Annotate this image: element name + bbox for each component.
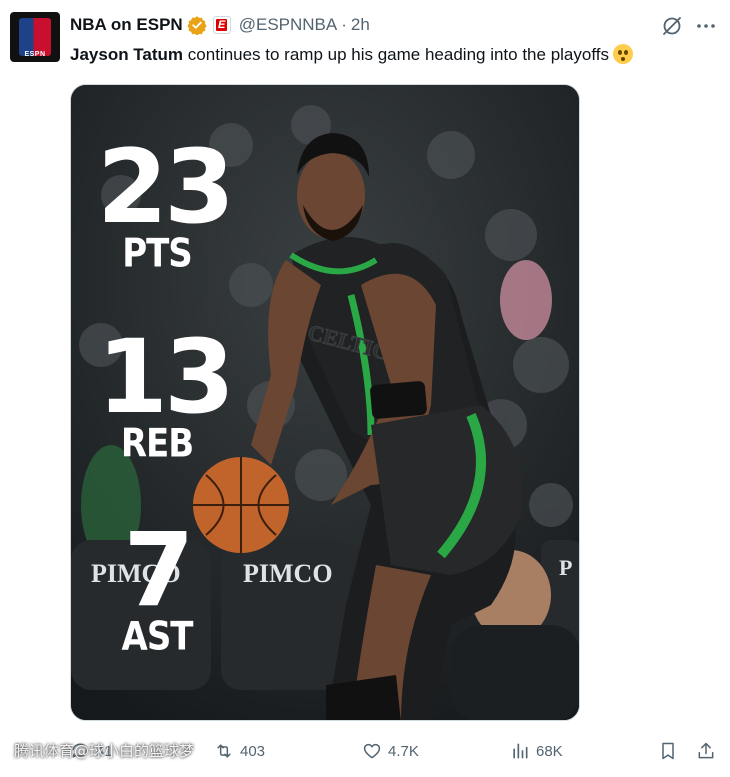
grok-icon[interactable] <box>660 14 684 38</box>
repost-count: 403 <box>240 742 266 760</box>
display-name[interactable]: NBA on ESPN <box>70 15 183 35</box>
tweet-text: Jayson Tatum continues to ramp up his ga… <box>70 44 633 66</box>
separator-dot: · <box>341 15 347 34</box>
flushed-face-emoji-icon <box>612 44 633 64</box>
repost-button[interactable]: 403 <box>214 736 265 766</box>
handle[interactable]: @ESPNNBA <box>239 15 338 35</box>
timestamp[interactable]: 2h <box>351 15 370 35</box>
stat-points: 23 PTS <box>97 128 235 277</box>
tweet-media-image[interactable]: PIMCO PIMCO P CELTICS 23 PTS 13 REB 7 AS… <box>70 84 580 721</box>
stat-rebounds-label: REB <box>120 421 194 467</box>
heart-icon <box>363 743 381 759</box>
player-name: Jayson Tatum <box>70 45 184 64</box>
affiliate-badge-icon[interactable]: E <box>212 16 231 34</box>
bookmark-button[interactable] <box>658 736 678 766</box>
stat-assists: 7 AST <box>97 511 217 660</box>
stat-rebounds: 13 REB <box>97 318 235 467</box>
stat-points-label: PTS <box>122 231 193 277</box>
more-options-icon[interactable] <box>694 14 718 38</box>
avatar[interactable]: ESPN <box>10 12 60 62</box>
stat-points-value: 23 <box>97 128 235 247</box>
views-button[interactable]: 68K <box>510 736 563 766</box>
tweet-body: continues to ramp up his game heading in… <box>183 45 609 64</box>
views-chart-icon <box>513 743 528 759</box>
like-count: 4.7K <box>388 742 419 760</box>
watermark: 腾讯体育@球小白的篮球梦 <box>14 742 195 760</box>
share-icon <box>698 742 714 759</box>
verified-badge-icon[interactable] <box>187 15 207 35</box>
share-button[interactable] <box>696 736 716 766</box>
tweet-header: NBA on ESPN E @ESPNNBA · 2h <box>70 14 370 36</box>
stat-rebounds-value: 13 <box>97 318 235 437</box>
courtside-sign-2: PIMCO <box>243 559 333 588</box>
avatar-brand-text: ESPN <box>24 51 46 58</box>
bookmark-icon <box>662 742 674 760</box>
courtside-sign-3: P <box>559 555 572 580</box>
stat-assists-value: 7 <box>123 511 195 630</box>
view-count: 68K <box>536 742 563 760</box>
repost-icon <box>217 744 231 758</box>
like-button[interactable]: 4.7K <box>362 736 419 766</box>
stat-assists-label: AST <box>121 614 194 660</box>
